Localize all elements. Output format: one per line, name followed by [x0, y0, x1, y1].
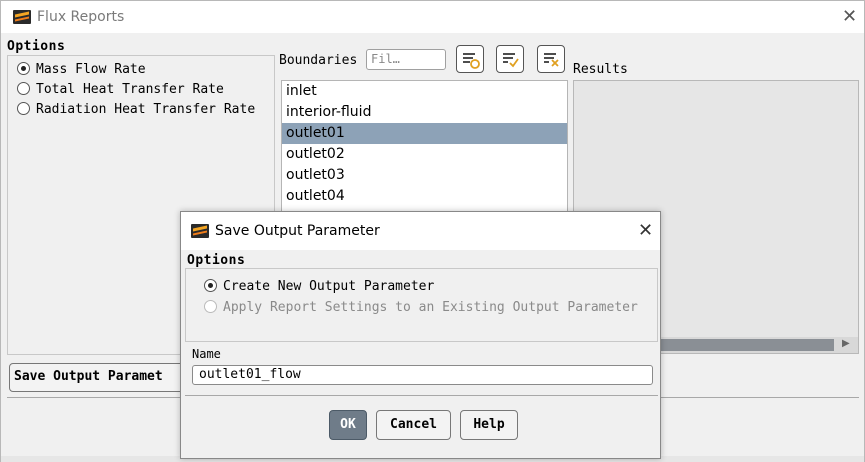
dialog-title: Save Output Parameter	[215, 223, 380, 239]
radio-unselected-icon	[17, 102, 30, 115]
list-item[interactable]: outlet03	[282, 165, 567, 186]
close-icon[interactable]: ✕	[842, 8, 857, 26]
scroll-right-icon[interactable]: ▶	[842, 338, 850, 349]
app-logo-icon	[13, 10, 31, 24]
list-item[interactable]: outlet01	[282, 123, 567, 144]
close-icon[interactable]: ✕	[638, 222, 653, 240]
dialog-options-panel: Create New Output Parameter Apply Report…	[185, 268, 658, 342]
list-item[interactable]: outlet02	[282, 144, 567, 165]
boundaries-label: Boundaries	[279, 53, 358, 68]
list-filter-icon	[463, 53, 480, 69]
results-label: Results	[573, 62, 628, 77]
boundaries-filter-input[interactable]: Fil…	[366, 49, 446, 70]
select-all-button[interactable]	[456, 45, 484, 73]
radio-create-new-output-parameter[interactable]: Create New Output Parameter	[204, 277, 434, 297]
cancel-button[interactable]: Cancel	[376, 410, 451, 440]
radio-disabled-icon	[204, 300, 217, 313]
radio-mass-flow-rate[interactable]: Mass Flow Rate	[17, 60, 146, 80]
scrollbar-thumb[interactable]	[654, 339, 834, 351]
boundaries-list: inlet interior-fluid outlet01 outlet02 o…	[281, 80, 568, 215]
name-label: Name	[192, 347, 221, 361]
check-selected-button[interactable]	[496, 45, 524, 73]
dialog-options-label: Options	[187, 253, 246, 268]
deselect-all-button[interactable]	[537, 45, 565, 73]
save-output-parameter-button[interactable]: Save Output Paramet	[9, 363, 189, 392]
title-bar: Flux Reports ✕	[1, 1, 864, 33]
help-button[interactable]: Help	[460, 410, 518, 440]
list-check-icon	[503, 53, 519, 68]
radio-selected-icon	[204, 279, 217, 292]
list-item[interactable]: inlet	[282, 81, 567, 102]
dialog-title-bar: Save Output Parameter ✕	[181, 212, 660, 250]
list-item[interactable]: outlet04	[282, 186, 567, 207]
dialog-divider	[185, 395, 658, 396]
save-output-parameter-dialog: Save Output Parameter ✕ Options Create N…	[180, 211, 661, 459]
options-group-label: Options	[7, 39, 66, 54]
list-item[interactable]: interior-fluid	[282, 102, 567, 123]
window-title: Flux Reports	[37, 9, 125, 25]
app-logo-icon	[191, 224, 209, 238]
radio-total-heat-transfer-rate[interactable]: Total Heat Transfer Rate	[17, 80, 224, 100]
radio-unselected-icon	[17, 82, 30, 95]
ok-button[interactable]: OK	[329, 410, 367, 440]
list-clear-icon	[544, 53, 559, 67]
radio-selected-icon	[17, 62, 30, 75]
radio-radiation-heat-transfer-rate[interactable]: Radiation Heat Transfer Rate	[17, 100, 255, 120]
name-input[interactable]: outlet01_flow	[192, 365, 653, 385]
radio-apply-to-existing-parameter: Apply Report Settings to an Existing Out…	[204, 298, 638, 318]
